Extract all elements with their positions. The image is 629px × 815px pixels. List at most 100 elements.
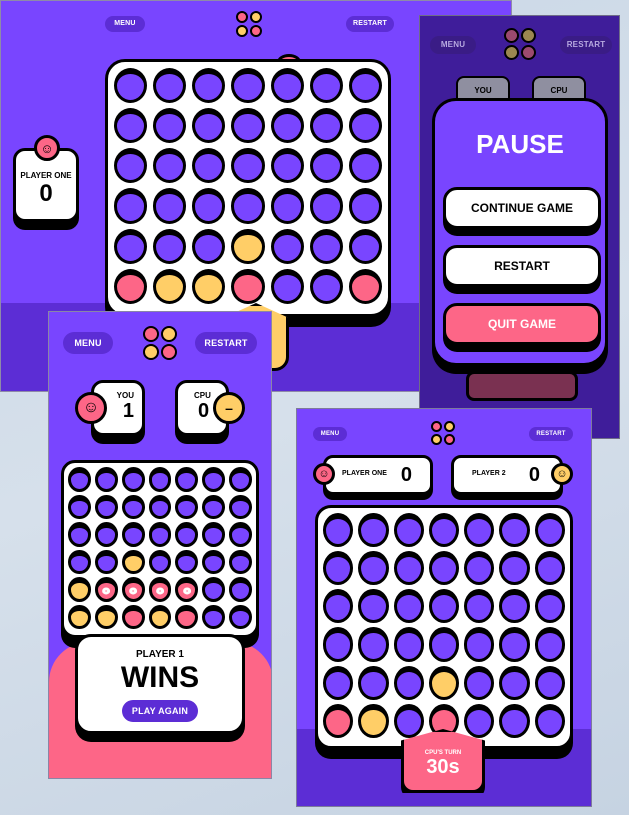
game-board[interactable]	[315, 505, 573, 749]
player-one-smiley-icon: ☺	[313, 463, 335, 485]
empty-slot	[153, 68, 187, 104]
empty-slot	[464, 551, 495, 586]
yellow-counter-icon	[148, 604, 172, 629]
restart-button[interactable]: RESTART	[346, 16, 394, 32]
empty-slot	[121, 467, 145, 492]
logo-dot-icon	[521, 28, 536, 43]
empty-slot	[148, 549, 172, 574]
empty-slot	[202, 604, 226, 629]
empty-slot	[148, 467, 172, 492]
tablet-game-screenshot: MENU RESTART PLAYER ONE 0 ☺ PLAYER 2 0 ☺…	[296, 408, 592, 807]
empty-slot	[94, 549, 118, 574]
empty-slot	[202, 467, 226, 492]
empty-slot	[309, 108, 343, 144]
empty-slot	[499, 589, 530, 624]
empty-slot	[464, 627, 495, 662]
empty-slot	[231, 148, 265, 184]
player-one-smiley-icon: ☺	[34, 135, 60, 161]
empty-slot	[114, 108, 148, 144]
empty-slot	[114, 148, 148, 184]
logo-dot-icon	[236, 11, 248, 23]
yellow-counter-icon	[68, 577, 91, 602]
empty-slot	[94, 467, 118, 492]
empty-slot	[393, 665, 424, 700]
empty-slot	[428, 589, 460, 624]
logo-dot-icon	[431, 434, 442, 445]
mobile-win-screenshot: MENU RESTART YOU 1 ☺ CPU 0 – PLAYER 1 WI…	[48, 311, 272, 779]
game-logo	[143, 326, 177, 360]
continue-game-button[interactable]: CONTINUE GAME	[443, 187, 601, 229]
quit-game-button[interactable]: QUIT GAME	[443, 303, 601, 345]
red-counter-icon	[121, 604, 145, 629]
menu-button[interactable]: MENU	[430, 36, 476, 54]
logo-dot-icon	[521, 45, 536, 60]
restart-game-button[interactable]: RESTART	[443, 245, 601, 287]
winning-red-counter-icon	[94, 577, 118, 602]
pause-modal: PAUSE CONTINUE GAME RESTART QUIT GAME	[432, 98, 608, 366]
restart-button[interactable]: RESTART	[195, 332, 257, 354]
wins-title: WINS	[120, 661, 200, 694]
game-logo	[236, 11, 262, 37]
logo-dot-icon	[236, 25, 248, 37]
empty-slot	[358, 513, 389, 548]
empty-slot	[348, 68, 382, 104]
empty-slot	[68, 494, 91, 519]
yellow-counter-icon	[192, 268, 226, 304]
empty-slot	[393, 513, 424, 548]
empty-slot	[270, 228, 304, 264]
empty-slot	[153, 108, 187, 144]
player-one-score: 0	[39, 180, 53, 207]
logo-dot-icon	[250, 25, 262, 37]
empty-slot	[323, 665, 354, 700]
logo-dot-icon	[444, 434, 455, 445]
restart-button[interactable]: RESTART	[529, 427, 573, 441]
yellow-counter-icon	[231, 228, 265, 264]
empty-slot	[309, 68, 343, 104]
player-two-score: 0	[528, 464, 540, 486]
empty-slot	[534, 703, 565, 738]
empty-slot	[229, 467, 252, 492]
player-one-score: 0	[400, 464, 412, 486]
menu-button[interactable]: MENU	[63, 332, 113, 354]
menu-button[interactable]: MENU	[313, 427, 347, 441]
empty-slot	[323, 627, 354, 662]
game-board[interactable]	[61, 460, 259, 638]
empty-slot	[148, 522, 172, 547]
turn-timer: 30s	[426, 756, 460, 778]
empty-slot	[175, 467, 199, 492]
empty-slot	[153, 228, 187, 264]
empty-slot	[348, 228, 382, 264]
pause-title: PAUSE	[476, 129, 564, 159]
empty-slot	[464, 665, 495, 700]
empty-slot	[153, 148, 187, 184]
empty-slot	[148, 494, 172, 519]
empty-slot	[270, 108, 304, 144]
result-card: PLAYER 1 WINS PLAY AGAIN	[75, 634, 245, 734]
you-label: YOU	[474, 86, 492, 95]
empty-slot	[270, 188, 304, 224]
menu-button[interactable]: MENU	[105, 16, 145, 32]
logo-dot-icon	[444, 421, 455, 432]
empty-slot	[534, 513, 565, 548]
empty-slot	[114, 228, 148, 264]
game-board[interactable]	[105, 59, 391, 317]
winning-red-counter-icon	[175, 577, 199, 602]
logo-dot-icon	[143, 326, 159, 342]
empty-slot	[229, 577, 252, 602]
empty-slot	[202, 494, 226, 519]
restart-button[interactable]: RESTART	[560, 36, 612, 54]
empty-slot	[175, 494, 199, 519]
logo-dot-icon	[250, 11, 262, 23]
empty-slot	[358, 589, 389, 624]
winner-label: PLAYER 1	[136, 649, 184, 660]
player-one-label: PLAYER ONE	[342, 470, 387, 477]
play-again-button[interactable]: PLAY AGAIN	[122, 700, 198, 722]
empty-slot	[309, 188, 343, 224]
empty-slot	[499, 665, 530, 700]
red-counter-icon	[114, 268, 148, 304]
empty-slot	[464, 703, 495, 738]
empty-slot	[192, 228, 226, 264]
player-two-smiley-icon: ☺	[551, 463, 573, 485]
red-counter-icon	[175, 604, 199, 629]
empty-slot	[114, 68, 148, 104]
